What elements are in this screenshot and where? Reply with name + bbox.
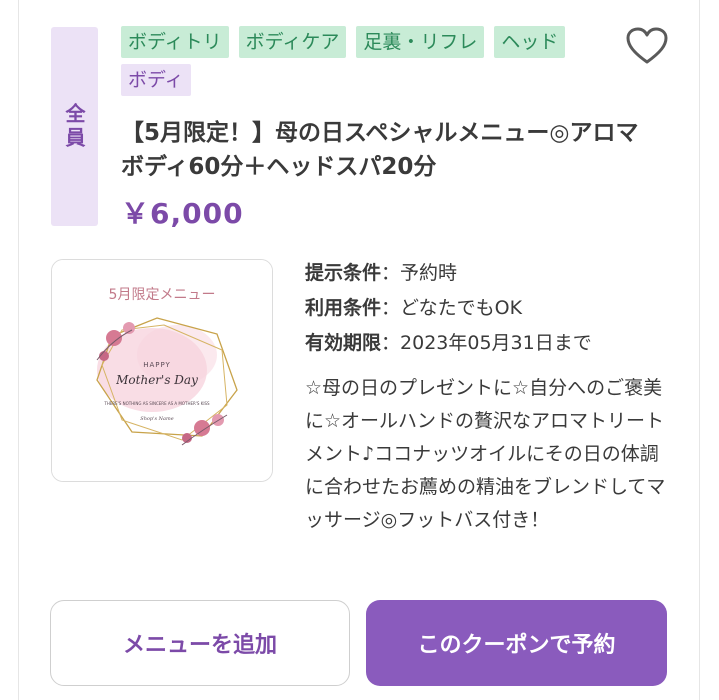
condition-separator: ： <box>381 297 401 319</box>
add-menu-button[interactable]: メニューを追加 <box>50 600 350 686</box>
condition-label: 利用条件 <box>305 297 382 319</box>
image-quote-text: THERE'S NOTHING AS SINCERE AS A MOTHER'S… <box>103 401 210 406</box>
condition-row: 利用条件：どなたでもOK <box>305 291 695 326</box>
tag-item: ボディトリ <box>121 26 229 58</box>
condition-separator: ： <box>381 262 401 284</box>
condition-label: 有効期限 <box>305 332 382 354</box>
coupon-price: ￥6,000 <box>121 197 244 230</box>
condition-row: 提示条件：予約時 <box>305 256 695 291</box>
condition-value: 予約時 <box>400 262 458 284</box>
condition-value: どなたでもOK <box>400 297 523 319</box>
coupon-conditions: 提示条件：予約時 利用条件：どなたでもOK 有効期限：2023年05月31日まで <box>305 256 695 361</box>
image-signature-text: Shop's Name <box>140 416 173 422</box>
tag-item: ボディケア <box>238 26 347 58</box>
tag-item: ボディ <box>121 64 191 96</box>
coupon-image: 5月限定メニュー HAPPY Mother's Day THERE'S NOTH… <box>51 259 273 482</box>
scope-badge: 全員 <box>51 27 98 226</box>
reserve-with-coupon-button[interactable]: このクーポンで予約 <box>366 600 667 686</box>
image-happy-text: HAPPY <box>143 361 171 369</box>
tag-item: 足裏・リフレ <box>356 26 485 58</box>
coupon-description: ☆母の日のプレゼントに☆自分へのご褒美に☆オールハンドの贅沢なアロマトリートメン… <box>305 377 666 531</box>
favorite-heart-icon[interactable] <box>624 24 670 68</box>
tag-list: ボディトリ ボディケア 足裏・リフレ ヘッド ボディ <box>121 26 611 96</box>
coupon-title: 【5月限定！】母の日スペシャルメニュー◎アロマボディ60分＋ヘッドスパ20分 <box>121 120 639 180</box>
condition-separator: ： <box>381 332 401 354</box>
condition-value: 2023年05月31日まで <box>400 332 592 354</box>
scope-label: 全員 <box>62 102 86 151</box>
condition-label: 提示条件 <box>305 262 382 284</box>
image-mothers-day-text: Mother's Day <box>115 373 198 387</box>
image-header-text: 5月限定メニュー <box>109 287 216 303</box>
condition-row: 有効期限：2023年05月31日まで <box>305 326 695 361</box>
tag-item: ヘッド <box>494 26 566 58</box>
